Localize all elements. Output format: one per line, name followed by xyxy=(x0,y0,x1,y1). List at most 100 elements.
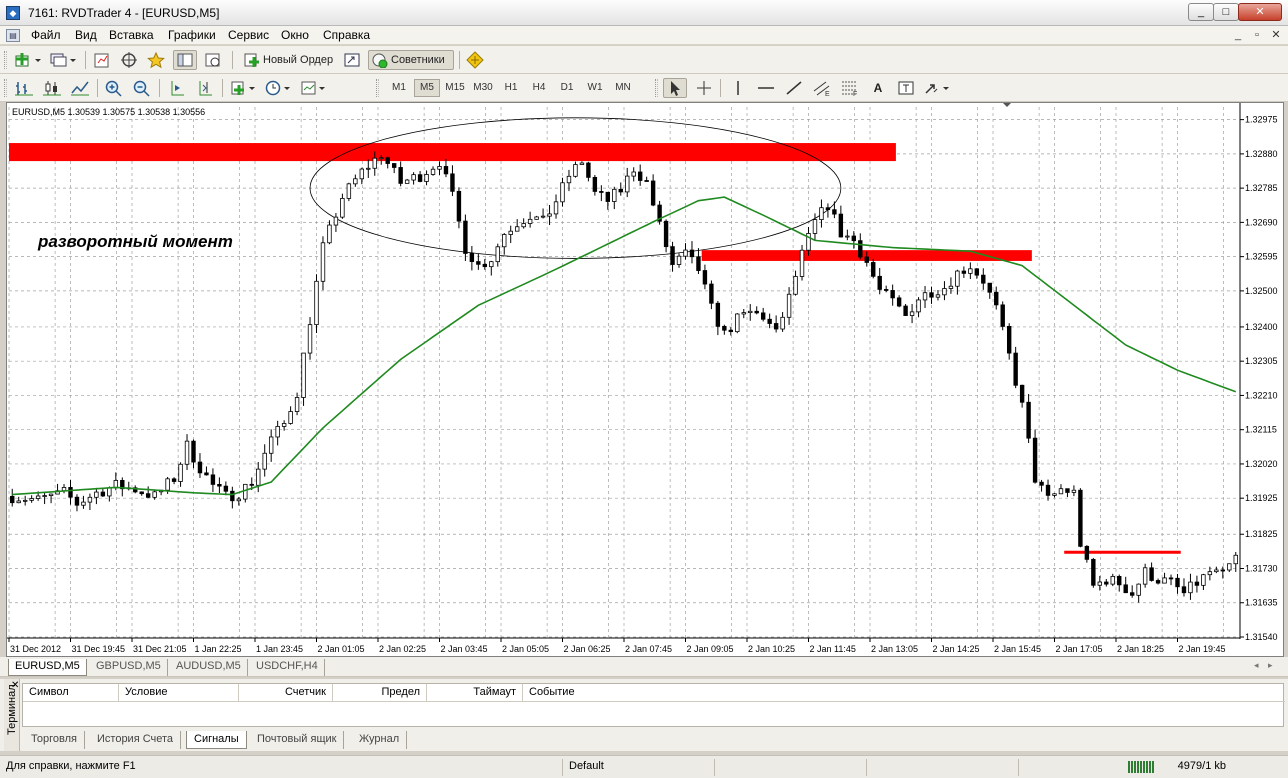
text-tool-button[interactable]: A xyxy=(866,78,890,98)
price-chart[interactable]: 1.32975 1.32880 1.32785 1.32690 1.32595 1.325… xyxy=(7,103,1283,656)
timeframe-m5[interactable]: M5 xyxy=(414,79,440,97)
status-empty-2 xyxy=(866,759,1016,776)
timeframe-m30[interactable]: M30 xyxy=(470,79,496,97)
templates-icon[interactable] xyxy=(298,78,330,98)
chart-tab-usdchf[interactable]: USDCHF,H4 xyxy=(250,659,325,676)
bar-chart-icon[interactable] xyxy=(12,78,36,98)
text-label-icon[interactable] xyxy=(894,78,918,98)
chart-shift-icon[interactable] xyxy=(193,78,217,98)
timeframe-d1[interactable]: D1 xyxy=(554,79,580,97)
timeframe-w1[interactable]: W1 xyxy=(582,79,608,97)
line-chart-icon[interactable] xyxy=(68,78,92,98)
trendline-icon[interactable] xyxy=(782,78,806,98)
column-limit[interactable]: Предел xyxy=(333,684,427,702)
indicators-icon[interactable] xyxy=(228,78,260,98)
status-empty-3 xyxy=(1018,759,1122,776)
mdi-restore-button[interactable]: ▫ xyxy=(1249,28,1265,43)
menu-tools[interactable]: Сервис xyxy=(228,28,269,42)
mdi-close-button[interactable]: ✕ xyxy=(1268,28,1284,43)
chart-tab-gbpusd[interactable]: GBPUSD,M5 xyxy=(90,659,168,676)
terminal-toggle-icon[interactable] xyxy=(173,50,197,70)
candle-body xyxy=(476,261,481,265)
zoom-out-icon[interactable] xyxy=(130,78,154,98)
menu-view[interactable]: Вид xyxy=(75,28,97,42)
mdi-minimize-button[interactable]: _ xyxy=(1230,28,1246,43)
column-symbol[interactable]: Символ xyxy=(23,684,119,702)
crosshair-icon[interactable] xyxy=(692,78,716,98)
toolbar-grip[interactable] xyxy=(655,79,658,97)
menu-file[interactable]: Файл xyxy=(31,28,61,42)
terminal-tab-trade[interactable]: Торговля xyxy=(24,731,85,749)
menu-charts[interactable]: Графики xyxy=(168,28,216,42)
zoom-in-icon[interactable] xyxy=(102,78,126,98)
timeframe-h1[interactable]: H1 xyxy=(498,79,524,97)
candle-body xyxy=(1045,484,1051,496)
candle-body xyxy=(961,270,967,274)
candle-body xyxy=(307,324,313,354)
column-timeout[interactable]: Таймаут xyxy=(427,684,523,702)
timeframe-m1[interactable]: M1 xyxy=(386,79,412,97)
chart-window-icon[interactable]: ▤ xyxy=(6,29,20,42)
toolbar-grip[interactable] xyxy=(4,79,7,97)
horizontal-line-icon[interactable] xyxy=(754,78,778,98)
price-axis: 1.32975 1.32880 1.32785 1.32690 1.32595 1.325… xyxy=(1239,103,1278,642)
candle-body xyxy=(573,164,578,177)
candle-body xyxy=(424,174,429,182)
vertical-line-icon[interactable] xyxy=(726,78,750,98)
chart-tab-eurusd[interactable]: EURUSD,M5 xyxy=(8,659,87,676)
autoscroll-icon[interactable] xyxy=(165,78,189,98)
menu-insert[interactable]: Вставка xyxy=(109,28,154,42)
candlestick-chart-icon[interactable] xyxy=(40,78,64,98)
toolbar-grip[interactable] xyxy=(4,51,7,69)
chart-tab-audusd[interactable]: AUDUSD,M5 xyxy=(170,659,248,676)
column-counter[interactable]: Счетчик xyxy=(239,684,333,702)
terminal-tab-journal[interactable]: Журнал xyxy=(352,731,408,749)
candle-body xyxy=(1201,574,1206,586)
chart-window[interactable]: 1.32975 1.32880 1.32785 1.32690 1.32595 1.325… xyxy=(6,102,1284,657)
timeframe-mn[interactable]: MN xyxy=(610,79,636,97)
menu-window[interactable]: Окно xyxy=(281,28,309,42)
terminal-tab-mailbox[interactable]: Почтовый ящик xyxy=(250,731,345,749)
toolbar-grip[interactable] xyxy=(376,79,379,97)
candle-body xyxy=(767,318,772,324)
periods-icon[interactable] xyxy=(263,78,295,98)
fibonacci-icon[interactable]: F xyxy=(838,78,862,98)
candle-body xyxy=(586,162,591,178)
favorites-icon[interactable] xyxy=(145,50,167,70)
equidistant-channel-icon[interactable]: E xyxy=(810,78,834,98)
close-button[interactable]: ✕ xyxy=(1238,3,1282,21)
new-order-button[interactable]: Новый Ордер xyxy=(240,50,336,70)
tab-scroll-right-icon[interactable]: ▸ xyxy=(1268,660,1273,671)
column-event[interactable]: Событие xyxy=(523,684,1285,702)
alerts-table[interactable]: Символ Условие Счетчик Предел Таймаут Со… xyxy=(22,683,1285,727)
terminal-tab-history[interactable]: История Счета xyxy=(90,731,182,749)
maximize-button[interactable]: □ xyxy=(1213,3,1239,21)
profiles-icon[interactable] xyxy=(47,50,79,70)
tester-icon[interactable] xyxy=(202,50,224,70)
candle-body xyxy=(689,249,695,258)
menu-help[interactable]: Справка xyxy=(323,28,370,42)
column-condition[interactable]: Условие xyxy=(119,684,239,702)
candle-body xyxy=(1155,580,1161,584)
candle-body xyxy=(489,261,494,268)
new-chart-icon[interactable] xyxy=(12,50,44,70)
experts-button[interactable]: Советники xyxy=(368,50,454,70)
chart-grid xyxy=(8,107,1239,638)
tab-scroll-left-icon[interactable]: ◂ xyxy=(1254,660,1259,671)
terminal-tab-alerts[interactable]: Сигналы xyxy=(186,731,247,749)
candle-body xyxy=(430,168,436,175)
navigator-icon[interactable] xyxy=(118,50,140,70)
candle-body xyxy=(709,283,714,304)
candle-body xyxy=(618,188,623,193)
cursor-icon[interactable] xyxy=(663,78,687,98)
arrows-icon[interactable] xyxy=(922,78,954,98)
time-label: 31 Dec 21:05 xyxy=(133,644,187,654)
chart-shift-marker[interactable] xyxy=(1003,103,1011,107)
market-watch-icon[interactable] xyxy=(91,50,113,70)
timeframe-m15[interactable]: M15 xyxy=(442,79,468,97)
timeframe-h4[interactable]: H4 xyxy=(526,79,552,97)
chart-window-expand-icon[interactable] xyxy=(341,50,363,70)
connection-status-icon[interactable] xyxy=(1128,761,1154,773)
minimize-button[interactable]: _ xyxy=(1188,3,1214,21)
signal-icon[interactable] xyxy=(464,50,486,70)
